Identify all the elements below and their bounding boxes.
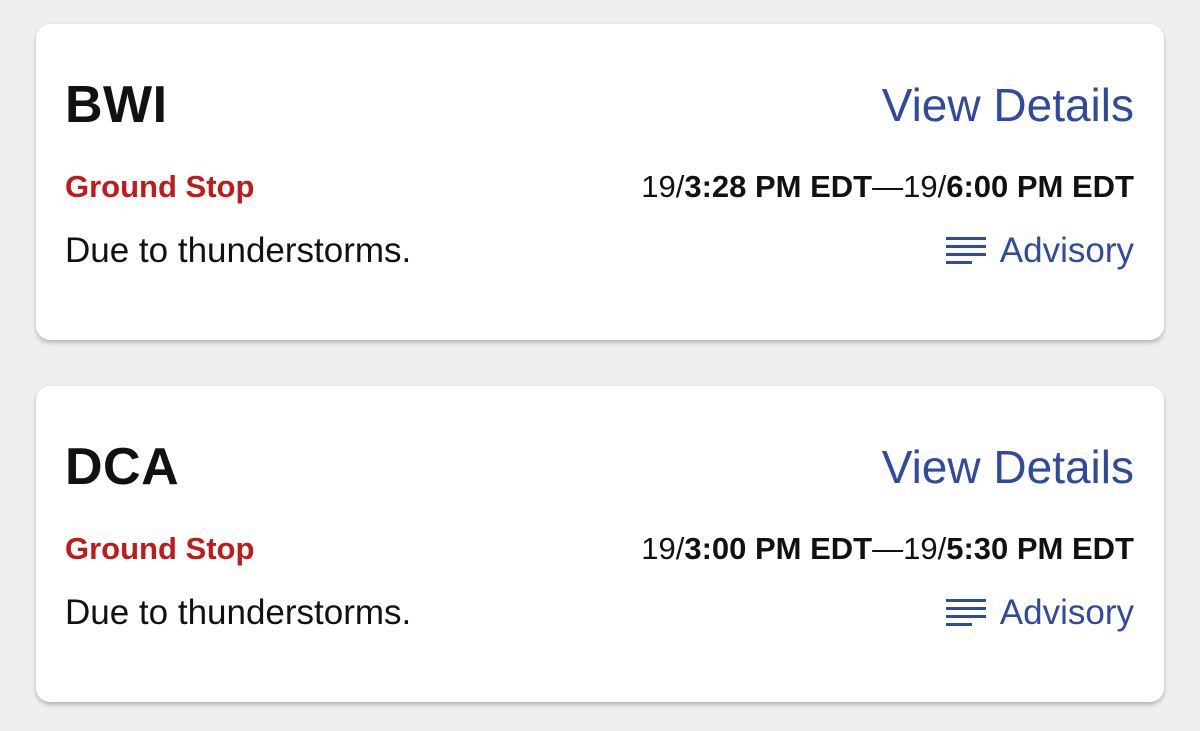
time-separator: —	[872, 169, 904, 204]
reason-text: Due to thunderstorms.	[65, 593, 412, 632]
airport-card: BWI View Details Ground Stop 19/3:28 PM …	[36, 24, 1164, 340]
airport-code: BWI	[65, 76, 168, 134]
start-day: 19/	[641, 531, 685, 566]
reason-text: Due to thunderstorms.	[65, 231, 412, 270]
end-day: 19/	[903, 169, 947, 204]
start-time: 3:00 PM EDT	[684, 531, 873, 566]
advisory-link[interactable]: Advisory	[945, 591, 1134, 635]
start-day: 19/	[641, 169, 685, 204]
airport-code: DCA	[65, 438, 180, 496]
advisory-link[interactable]: Advisory	[945, 229, 1134, 273]
advisory-label: Advisory	[999, 231, 1134, 270]
end-day: 19/	[903, 531, 947, 566]
status-label: Ground Stop	[65, 169, 255, 204]
advisory-label: Advisory	[999, 593, 1134, 632]
time-separator: —	[872, 531, 904, 566]
time-range: 19/3:00 PM EDT—19/5:30 PM EDT	[641, 529, 1134, 569]
end-time: 6:00 PM EDT	[946, 169, 1134, 204]
time-range: 19/3:28 PM EDT—19/6:00 PM EDT	[641, 167, 1134, 207]
view-details-link[interactable]: View Details	[882, 76, 1134, 134]
status-label: Ground Stop	[65, 531, 255, 566]
view-details-link[interactable]: View Details	[882, 438, 1134, 496]
lines-icon	[945, 599, 986, 626]
end-time: 5:30 PM EDT	[946, 531, 1134, 566]
lines-icon	[945, 237, 986, 264]
airport-card: DCA View Details Ground Stop 19/3:00 PM …	[36, 386, 1164, 702]
start-time: 3:28 PM EDT	[684, 169, 873, 204]
